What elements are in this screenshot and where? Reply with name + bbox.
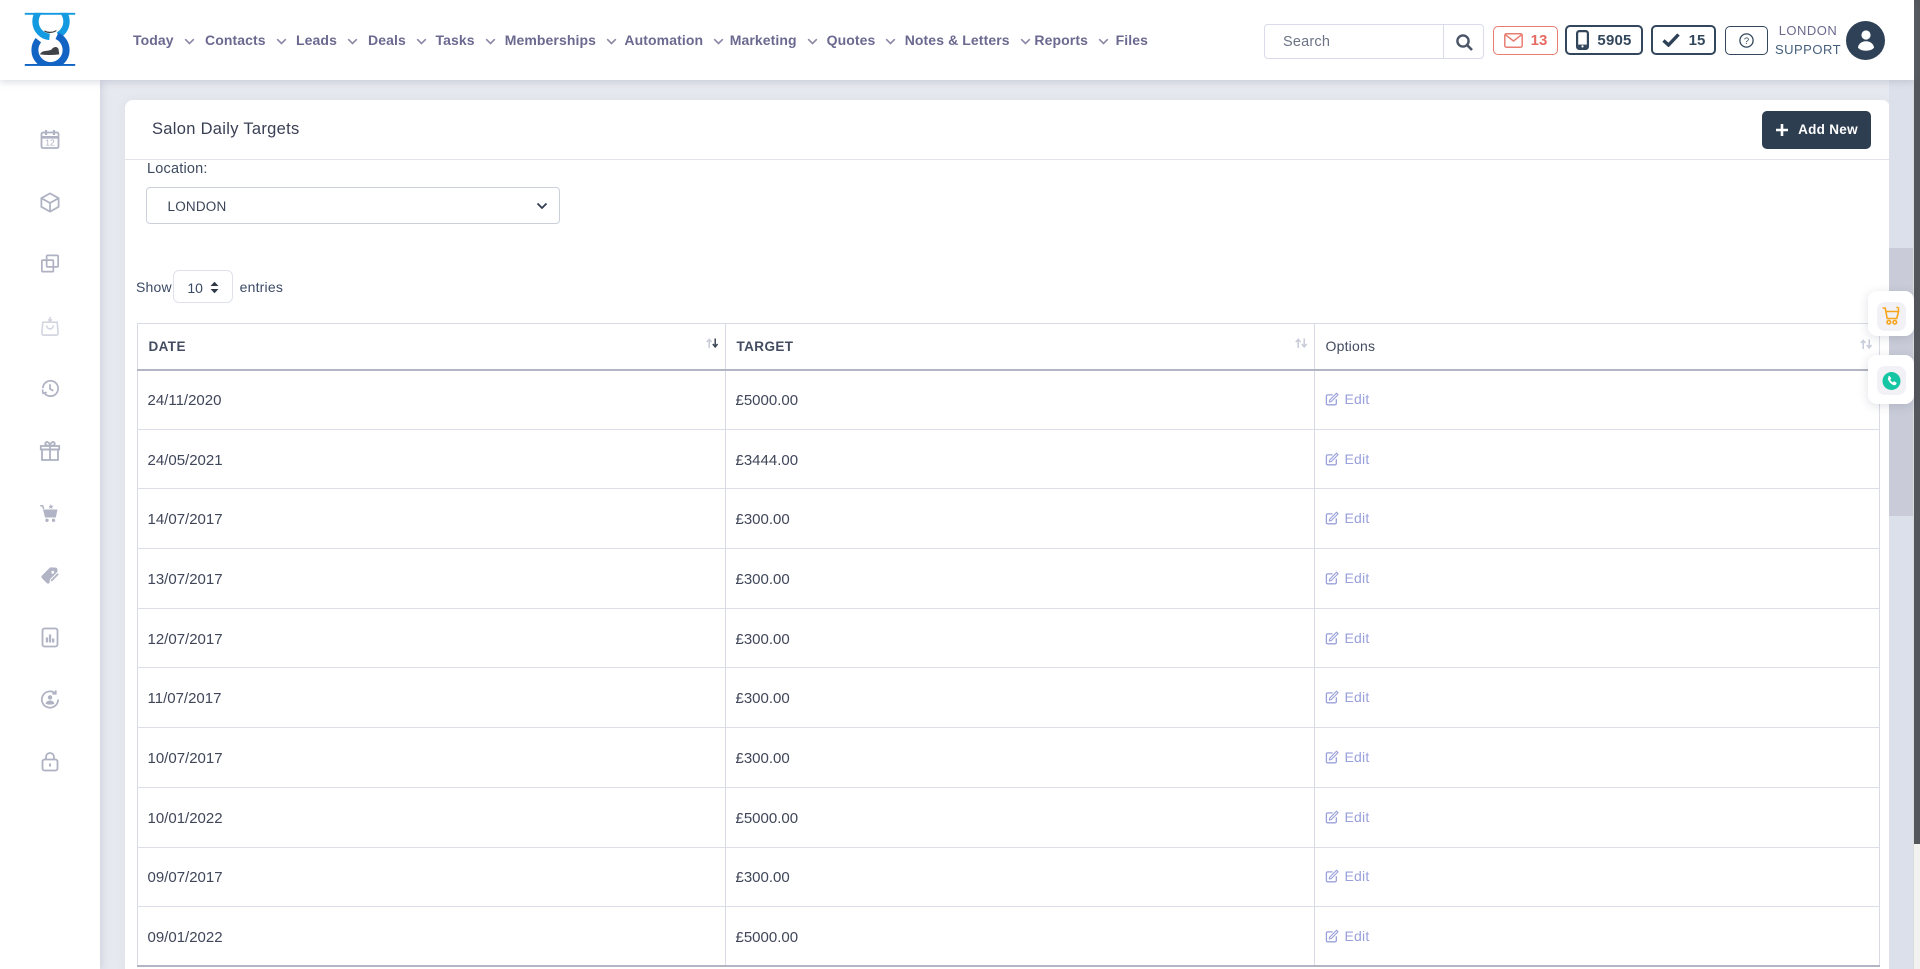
svg-text:12: 12 [45,137,55,147]
svg-text:?: ? [1744,35,1749,46]
